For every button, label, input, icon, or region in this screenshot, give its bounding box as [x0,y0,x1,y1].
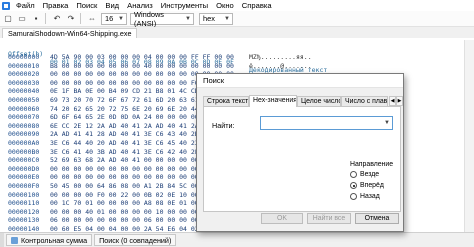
row-offset: 000000C0 [8,156,40,165]
checksum-tab[interactable]: Контрольная сумма [6,234,93,246]
checksum-icon [11,236,18,244]
row-offset: 00000080 [8,121,40,130]
row-offset: 00000030 [8,78,40,87]
undo-icon[interactable]: ↶ [51,13,63,25]
bytes-per-row-value: 16 [105,14,114,23]
row-offset: 00000060 [8,104,40,113]
row-offset: 000000D0 [8,164,40,173]
menu-search[interactable]: Поиск [72,0,101,11]
radio-icon [350,171,357,178]
direction-forward-radio[interactable]: Вперёд [350,180,396,191]
row-bytes: B8 00 00 00 00 00 00 00 40 00 00 00 00 0… [50,61,234,70]
dialog-title: Поиск [197,74,403,88]
chevron-down-icon: ▼ [185,15,191,22]
hex-values-page: Найти: ▼ Направление Везде Вперёд Назад [203,106,401,212]
row-offset: 00000100 [8,190,40,199]
search-results-tab-label: Поиск (0 совпадений) [99,235,172,245]
checksum-tab-label: Контрольная сумма [21,235,88,245]
row-bytes: 4D 5A 90 00 03 00 00 00 04 00 00 00 FF F… [50,53,234,61]
tab-text-string[interactable]: Строка текста [203,96,249,106]
menu-view[interactable]: Вид [101,0,123,11]
display-mode-select[interactable]: hex ▼ [199,12,233,25]
chevron-down-icon: ▼ [118,15,124,22]
document-tab-strip: SamuraiShodown-Win64-Shipping.exe [0,27,474,38]
save-icon[interactable]: ▪ [30,13,42,25]
tab-hex-values[interactable]: Hex-значения [249,95,297,107]
row-offset: 00000090 [8,130,40,139]
document-tab[interactable]: SamuraiShodown-Win64-Shipping.exe [2,28,138,38]
toolbar-separator [45,13,46,24]
menu-file[interactable]: Файл [12,0,39,11]
find-all-button[interactable]: Найти все [307,213,351,224]
status-bar: Контрольная сумма Поиск (0 совпадений) [0,232,474,247]
redo-icon[interactable]: ↷ [65,13,77,25]
direction-backward-radio[interactable]: Назад [350,191,396,202]
cancel-button[interactable]: Отмена [355,213,399,224]
row-decoded: MZђ.........яя.. [249,53,312,61]
search-results-tab[interactable]: Поиск (0 совпадений) [94,234,177,246]
row-offset: 00000040 [8,87,40,96]
find-dialog: Поиск Строка текста Hex-значения Целое ч… [196,73,404,232]
row-offset: 00000000 [8,53,40,61]
direction-title: Направление [350,161,394,168]
radio-checked-icon [350,182,357,189]
direction-backward-label: Назад [360,193,380,200]
chevron-right-icon[interactable]: ▶ [396,96,403,106]
chevron-left-icon[interactable]: ◀ [389,96,396,106]
find-input[interactable]: ▼ [260,116,393,130]
row-offset: 00000120 [8,207,40,216]
encoding-value: Windows (ANSI) [134,9,164,28]
row-offset: 00000020 [8,70,40,79]
radio-icon [350,193,357,200]
vertical-scrollbar[interactable] [464,40,474,232]
ok-button[interactable]: OK [261,213,303,224]
menu-help[interactable]: Справка [238,0,276,11]
menu-bar: Файл Правка Поиск Вид Анализ Инструменты… [0,0,474,11]
bytes-per-row-select[interactable]: 16 ▼ [101,12,127,25]
chevron-down-icon[interactable]: ▼ [384,120,390,126]
bytes-per-row-icon: ⇔ [88,14,96,23]
open-file-icon[interactable]: ▭ [16,13,28,25]
row-offset: 000000A0 [8,139,40,147]
new-file-icon[interactable]: ▢ [2,13,14,25]
row-decoded: ё.......@....... [249,61,312,70]
dialog-tab-strip: Строка текста Hex-значения Целое число Ч… [203,95,403,107]
app-icon [2,1,10,10]
row-offset: 00000050 [8,96,40,104]
find-label: Найти: [212,121,235,130]
row-offset: 00000010 [8,61,40,70]
menu-window[interactable]: Окно [212,0,238,11]
toolbar-separator [80,13,81,24]
display-mode-value: hex [203,14,215,23]
row-offset: 000000E0 [8,173,40,182]
direction-anywhere-radio[interactable]: Везде [350,169,396,180]
row-offset: 00000110 [8,199,40,208]
toolbar: ▢ ▭ ▪ ↶ ↷ ⇔ 16 ▼ Windows (ANSI) ▼ hex ▼ [0,9,474,28]
tab-scroll-buttons: ◀ ▶ [389,96,403,106]
tab-float[interactable]: Число с плав... [341,96,388,106]
hex-header: Offset(h) 00 01 02 03 04 05 06 07 08 09 … [0,42,474,74]
row-offset: 000000B0 [8,147,40,156]
direction-forward-label: Вперёд [360,182,384,189]
chevron-down-icon: ▼ [224,15,230,22]
row-offset: 00000130 [8,216,40,225]
direction-anywhere-label: Везде [360,171,380,178]
status-strip-edge [0,232,4,247]
row-offset: 00000070 [8,113,40,122]
tab-integer[interactable]: Целое число [297,96,341,106]
encoding-select[interactable]: Windows (ANSI) ▼ [130,9,194,28]
direction-group: Направление Везде Вперёд Назад [350,161,396,205]
menu-edit[interactable]: Правка [39,0,73,11]
row-offset: 000000F0 [8,182,40,190]
